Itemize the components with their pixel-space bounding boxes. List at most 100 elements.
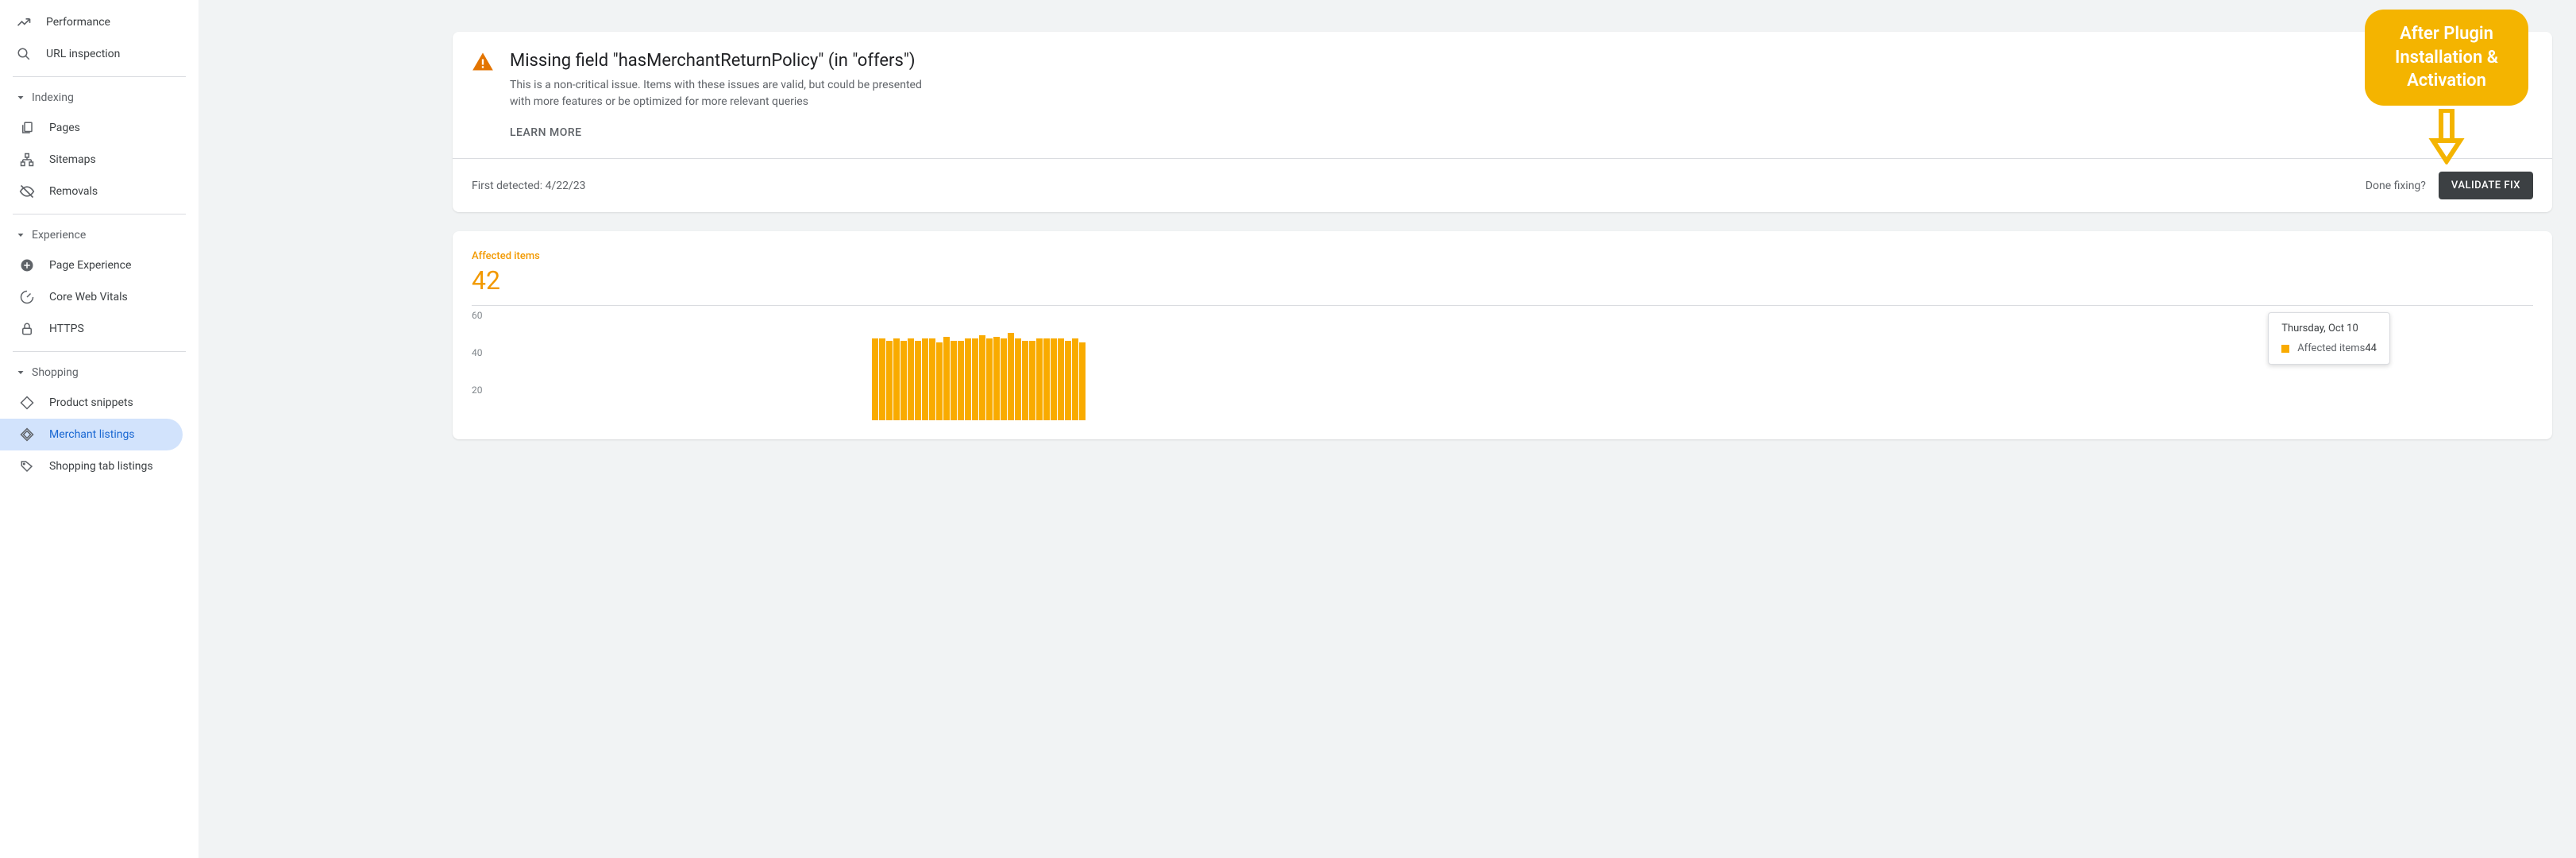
issue-title: Missing field "hasMerchantReturnPolicy" …	[510, 51, 923, 71]
chart-bar[interactable]	[951, 341, 957, 420]
chart-bar[interactable]	[1015, 338, 1021, 420]
section-label: Experience	[32, 229, 86, 242]
chart-bar[interactable]	[1058, 338, 1064, 420]
chart-area: 60 40 20 Thursday, Oct 10 Affected items…	[472, 305, 2533, 420]
main-content: Missing field "hasMerchantReturnPolicy" …	[453, 0, 2576, 858]
chart-bar[interactable]	[979, 335, 985, 420]
sidebar-item-removals[interactable]: Removals	[0, 176, 199, 207]
chart-bar[interactable]	[972, 338, 978, 420]
chart-bar[interactable]	[1065, 341, 1071, 420]
learn-more-link[interactable]: LEARN MORE	[510, 126, 923, 139]
sidebar-item-pages[interactable]: Pages	[0, 112, 199, 144]
y-tick: 20	[472, 385, 483, 396]
diamond-icon	[19, 395, 35, 411]
chart-bar[interactable]	[872, 338, 878, 420]
issue-text: Missing field "hasMerchantReturnPolicy" …	[510, 51, 923, 139]
tooltip-date: Thursday, Oct 10	[2281, 323, 2377, 334]
tooltip-row: Affected items 44	[2281, 342, 2377, 354]
tag-icon	[19, 458, 35, 474]
chart-bar[interactable]	[929, 338, 935, 420]
lock-icon	[19, 321, 35, 337]
chart-bar[interactable]	[965, 338, 971, 420]
chevron-down-icon	[16, 230, 25, 240]
chart-bar[interactable]	[879, 338, 885, 420]
sidebar-label: Pages	[49, 122, 80, 134]
sidebar-label: HTTPS	[49, 323, 84, 335]
section-experience[interactable]: Experience	[0, 221, 199, 249]
sidebar-item-https[interactable]: HTTPS	[0, 313, 199, 345]
y-tick: 40	[472, 347, 483, 358]
warning-icon	[472, 51, 494, 73]
chart-bar[interactable]	[936, 342, 943, 420]
chart-bar[interactable]	[943, 337, 950, 420]
sidebar-item-url-inspection[interactable]: URL inspection	[0, 38, 199, 70]
sidebar-item-product-snippets[interactable]: Product snippets	[0, 387, 199, 419]
chart-bar[interactable]	[886, 341, 893, 420]
section-shopping[interactable]: Shopping	[0, 358, 199, 387]
sidebar: Performance URL inspection Indexing Page…	[0, 0, 199, 858]
trend-icon	[16, 14, 32, 30]
sidebar-label: URL inspection	[46, 48, 120, 60]
issue-description: This is a non-critical issue. Items with…	[510, 77, 923, 110]
divider	[13, 76, 186, 77]
spacer	[199, 0, 453, 858]
footer-actions: Done fixing? VALIDATE FIX	[2366, 172, 2533, 199]
chart-card: Affected items 42 60 40 20 Thursday, Oct…	[453, 231, 2552, 439]
chart-bars[interactable]	[507, 309, 2533, 420]
chart-bar[interactable]	[986, 338, 993, 420]
chart-bar[interactable]	[1001, 338, 1007, 420]
chart-bar[interactable]	[900, 341, 907, 420]
annotation-bubble: After Plugin Installation & Activation	[2365, 10, 2528, 106]
divider	[13, 351, 186, 352]
chart-bar[interactable]	[1022, 341, 1028, 420]
chevron-down-icon	[16, 368, 25, 377]
issue-header: Missing field "hasMerchantReturnPolicy" …	[453, 32, 2552, 158]
speed-icon	[19, 289, 35, 305]
sidebar-label: Shopping tab listings	[49, 460, 153, 473]
chart-bar[interactable]	[1043, 338, 1050, 420]
done-fixing-label: Done fixing?	[2366, 180, 2426, 192]
search-icon	[16, 46, 32, 62]
sidebar-item-performance[interactable]: Performance	[0, 6, 199, 38]
chart-bar[interactable]	[958, 341, 964, 420]
chart-bar[interactable]	[1051, 338, 1057, 420]
chart-bar[interactable]	[1036, 338, 1043, 420]
sidebar-item-shopping-tab[interactable]: Shopping tab listings	[0, 450, 199, 482]
chart-bar[interactable]	[1008, 333, 1014, 420]
chart-bar[interactable]	[1079, 342, 1086, 420]
chart-bar[interactable]	[915, 341, 921, 420]
sitemaps-icon	[19, 152, 35, 168]
chart-tooltip: Thursday, Oct 10 Affected items 44	[2268, 312, 2390, 365]
sidebar-label: Core Web Vitals	[49, 291, 128, 303]
annotation-overlay: After Plugin Installation & Activation	[2365, 10, 2528, 168]
chart-bar[interactable]	[1072, 338, 1078, 420]
tooltip-value: 44	[2365, 342, 2377, 354]
section-label: Shopping	[32, 366, 79, 379]
chart-bar[interactable]	[893, 338, 900, 420]
annotation-line3: Activation	[2395, 69, 2498, 93]
sidebar-label: Sitemaps	[49, 153, 96, 166]
validate-fix-button[interactable]: VALIDATE FIX	[2439, 172, 2533, 199]
pages-icon	[19, 120, 35, 136]
removals-icon	[19, 184, 35, 199]
annotation-line1: After Plugin	[2395, 22, 2498, 46]
chart-bar[interactable]	[908, 338, 914, 420]
sidebar-item-core-web-vitals[interactable]: Core Web Vitals	[0, 281, 199, 313]
sidebar-label: Merchant listings	[49, 428, 135, 441]
sidebar-label: Page Experience	[49, 259, 131, 272]
chevron-down-icon	[16, 93, 25, 102]
section-indexing[interactable]: Indexing	[0, 83, 199, 112]
issue-footer: First detected: 4/22/23 Done fixing? VAL…	[453, 158, 2552, 212]
y-tick: 60	[472, 310, 483, 321]
chart-bar[interactable]	[993, 337, 1000, 420]
chart-bar[interactable]	[1029, 341, 1035, 420]
sidebar-label: Product snippets	[49, 396, 133, 409]
sidebar-item-page-experience[interactable]: Page Experience	[0, 249, 199, 281]
arrow-down-icon	[2427, 109, 2466, 168]
sidebar-label: Performance	[46, 16, 110, 29]
chart-bar[interactable]	[922, 338, 928, 420]
issue-card: Missing field "hasMerchantReturnPolicy" …	[453, 32, 2552, 212]
sidebar-item-sitemaps[interactable]: Sitemaps	[0, 144, 199, 176]
first-detected: First detected: 4/22/23	[472, 180, 585, 192]
sidebar-item-merchant-listings[interactable]: Merchant listings	[0, 419, 183, 450]
